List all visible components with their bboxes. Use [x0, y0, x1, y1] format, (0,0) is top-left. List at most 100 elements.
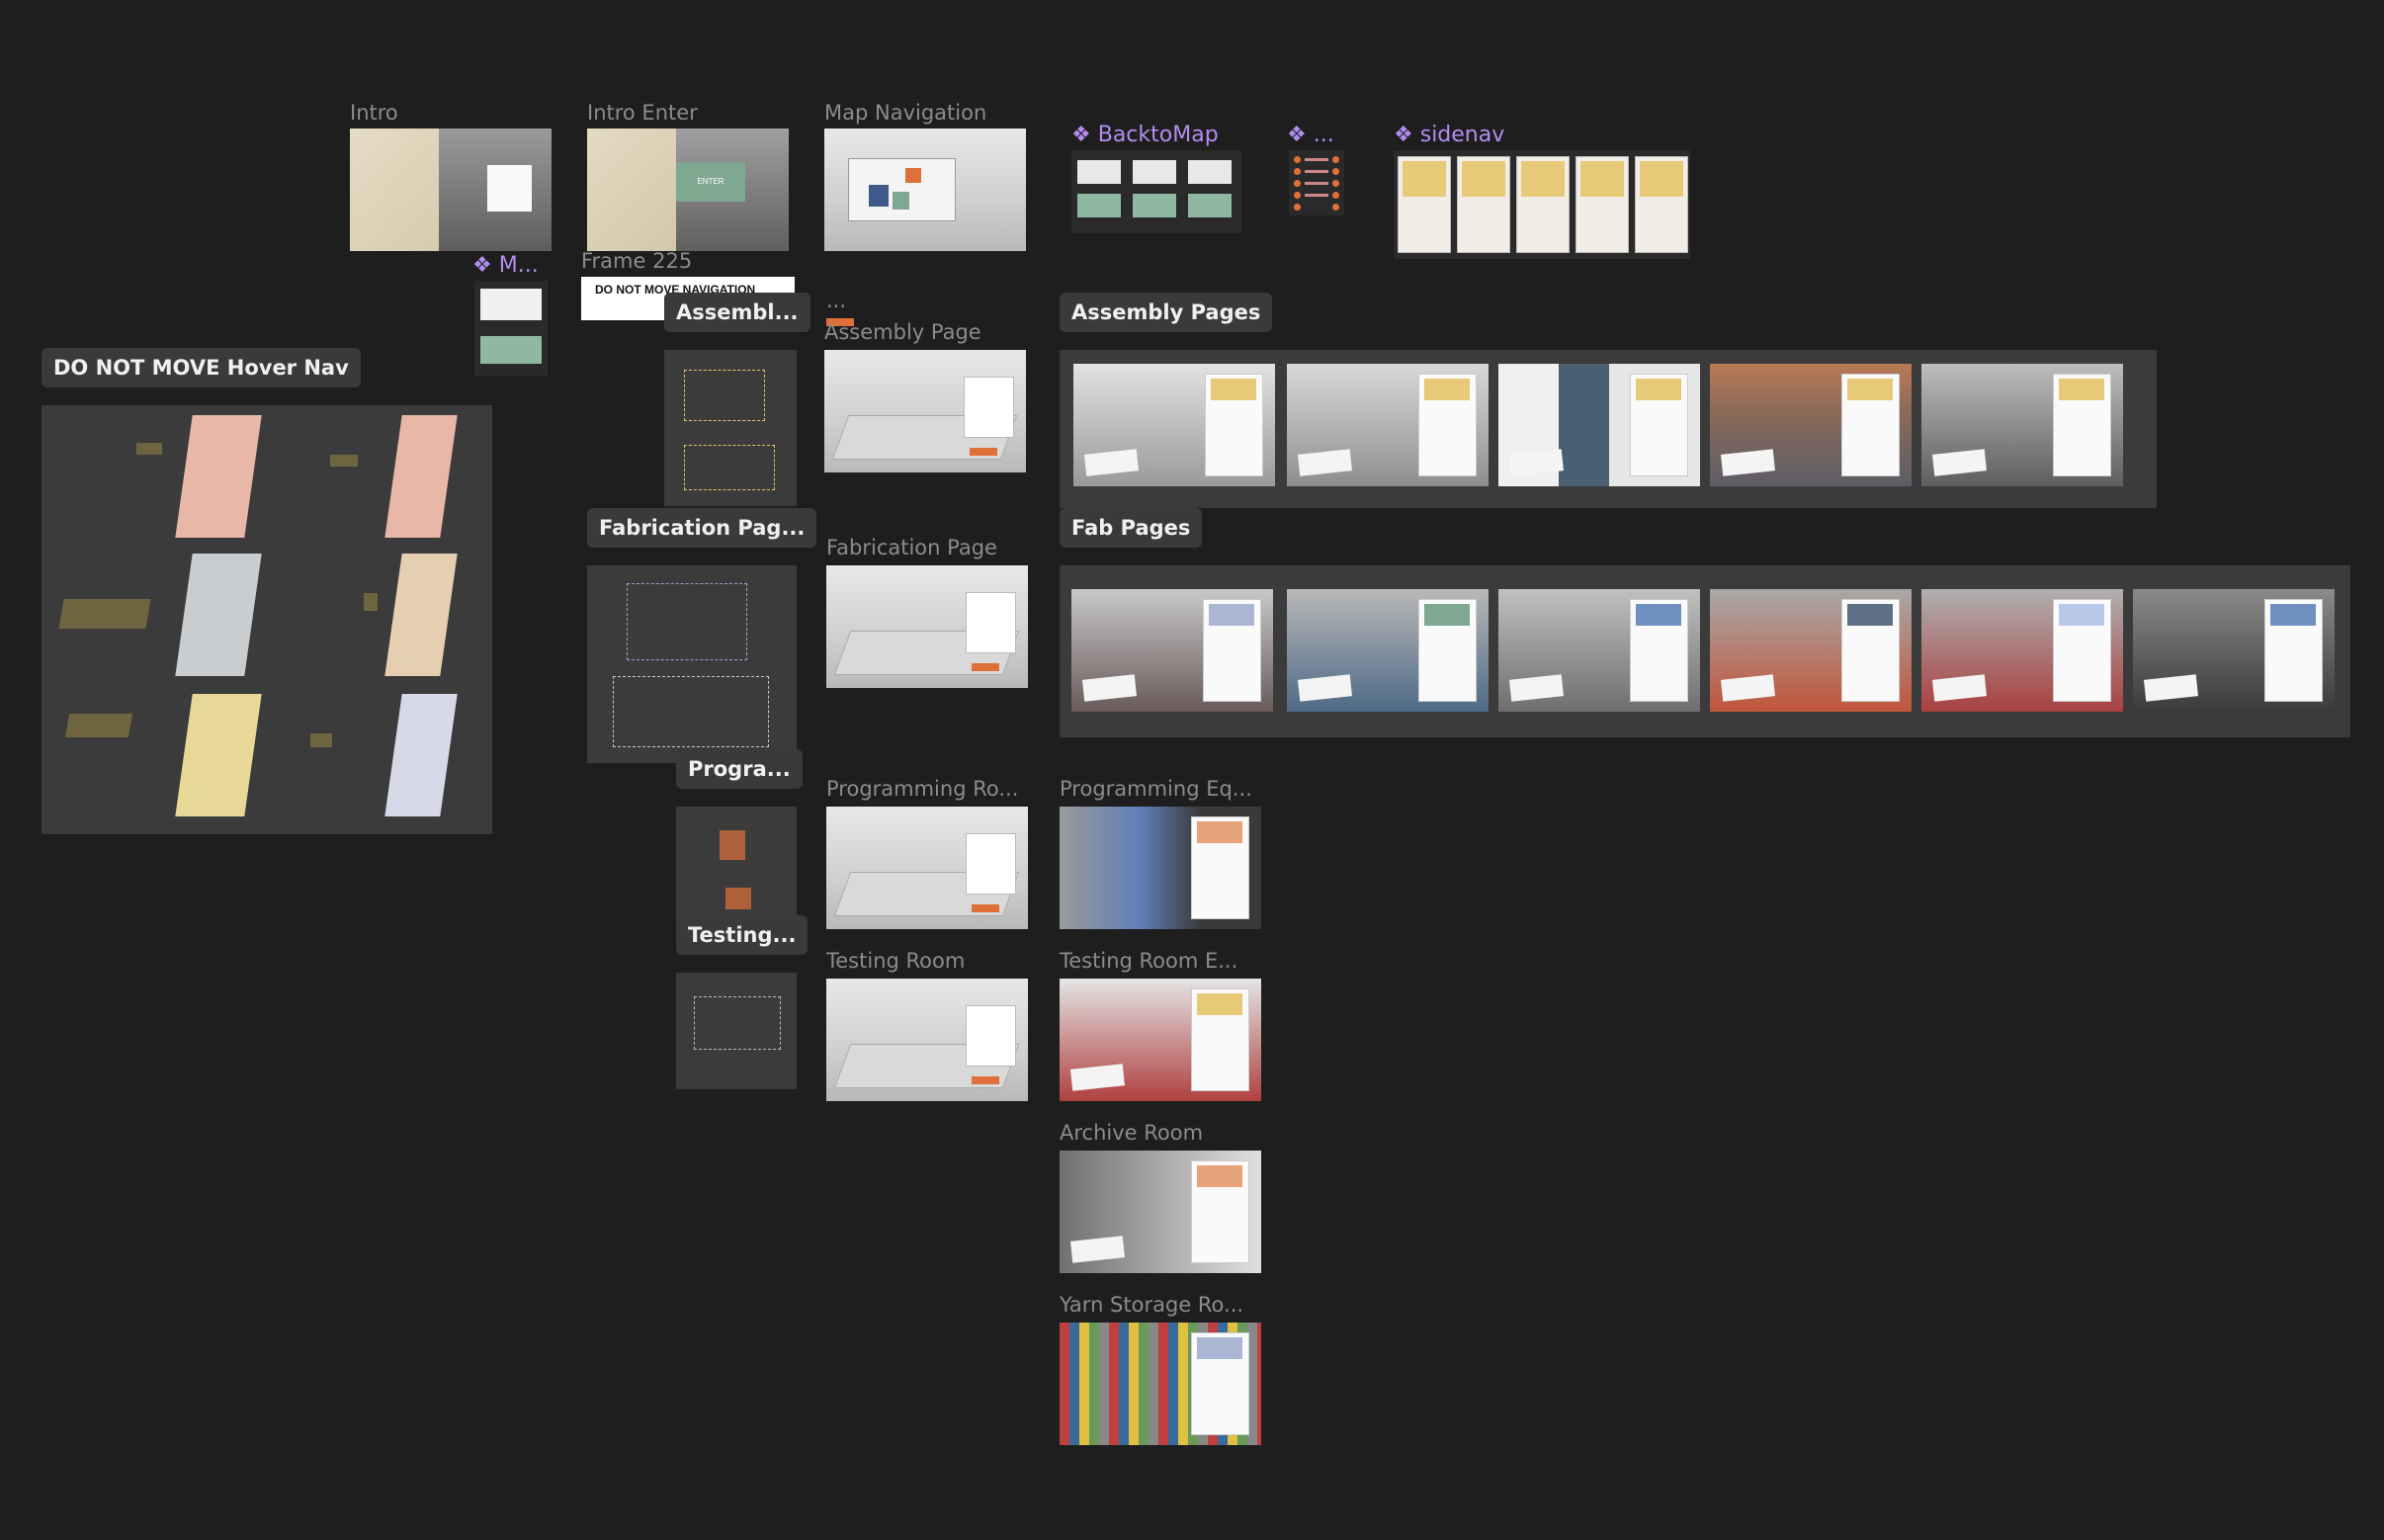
dots-line — [1305, 194, 1328, 197]
frame-testing-room-equipment[interactable] — [1060, 979, 1261, 1101]
fab-page-1[interactable] — [1071, 589, 1273, 712]
room-button — [971, 1076, 1000, 1084]
frame-assembly-page[interactable] — [824, 350, 1026, 472]
frame-intro-enter[interactable]: ENTER — [587, 128, 789, 251]
assembly-page-1[interactable] — [1073, 364, 1275, 486]
info-panel — [1629, 598, 1688, 702]
component-dots[interactable] — [1289, 150, 1344, 215]
frame-label-intro[interactable]: Intro — [350, 101, 398, 125]
photo-note — [2144, 674, 2199, 703]
info-panel — [1629, 373, 1688, 476]
info-panel — [1190, 1331, 1249, 1435]
fabrication-hotspot-cluster — [627, 583, 747, 660]
frame-label-archive-room[interactable]: Archive Room — [1060, 1121, 1203, 1145]
component-label-m[interactable]: ❖ M... — [472, 253, 539, 278]
enter-button[interactable]: ENTER — [676, 162, 745, 202]
frame-label-programming-room[interactable]: Programming Ro... — [826, 777, 1018, 801]
frame-intro[interactable] — [350, 128, 552, 251]
frame-testing-room[interactable] — [826, 979, 1028, 1101]
section-fab-pages[interactable] — [1060, 565, 2350, 737]
component-dots-text: ... — [1313, 123, 1334, 147]
sidenav-card-5 — [1635, 156, 1688, 253]
section-programming-short[interactable] — [676, 807, 797, 923]
section-label-hover-nav[interactable]: DO NOT MOVE Hover Nav — [42, 348, 361, 387]
info-panel — [1190, 815, 1249, 919]
assembly-page-4[interactable] — [1710, 364, 1912, 486]
hover-nav-block — [330, 455, 358, 467]
section-assembly-short[interactable] — [664, 350, 797, 506]
sidenav-thumb — [1403, 160, 1446, 198]
dots-line — [1305, 182, 1328, 185]
component-sidenav[interactable] — [1394, 150, 1690, 259]
frame-label-testing-room[interactable]: Testing Room — [826, 949, 965, 973]
component-label-backtomap[interactable]: ❖ BacktoMap — [1071, 123, 1219, 147]
photo-note — [1298, 449, 1353, 477]
assembly-page-5[interactable] — [1921, 364, 2123, 486]
section-label-fabrication-short[interactable]: Fabrication Pag... — [587, 508, 817, 548]
panel-thumb — [1197, 820, 1243, 844]
component-icon: ❖ — [472, 253, 492, 278]
fab-page-3[interactable] — [1498, 589, 1700, 712]
section-label-assembly-short[interactable]: Assembl... — [664, 293, 810, 332]
panel-thumb — [1847, 603, 1894, 627]
dot-icon — [1332, 192, 1339, 199]
room-button — [969, 448, 998, 456]
frame-yarn-storage-room[interactable] — [1060, 1323, 1261, 1445]
photo-note — [1070, 1064, 1126, 1092]
photo-note — [1932, 674, 1988, 703]
photo-note — [1298, 674, 1353, 703]
section-assembly-pages[interactable] — [1060, 350, 2157, 508]
component-m[interactable] — [474, 281, 548, 376]
room-button — [971, 904, 1000, 912]
backtomap-variant-3 — [1188, 160, 1232, 184]
frame-label-fabrication-page[interactable]: Fabrication Page — [826, 536, 997, 559]
backtomap-variant-1 — [1077, 160, 1121, 184]
frame-programming-equipment[interactable] — [1060, 807, 1261, 929]
backtomap-variant-2 — [1133, 160, 1176, 184]
frame-map-navigation[interactable] — [824, 128, 1026, 251]
frame-fabrication-page[interactable] — [826, 565, 1028, 688]
frame-label-map-navigation[interactable]: Map Navigation — [824, 101, 986, 125]
frame-label-testing-room-equipment[interactable]: Testing Room E... — [1060, 949, 1237, 973]
sidenav-thumb — [1521, 160, 1565, 198]
section-label-fab-pages[interactable]: Fab Pages — [1060, 508, 1203, 548]
map-floorplan — [848, 157, 956, 221]
sidenav-card-1 — [1398, 156, 1451, 253]
section-label-assembly-pages[interactable]: Assembly Pages — [1060, 293, 1273, 332]
frame-label-frame-225[interactable]: Frame 225 — [581, 249, 692, 273]
component-label-sidenav[interactable]: ❖ sidenav — [1394, 123, 1504, 147]
assembly-page-3[interactable] — [1498, 364, 1700, 486]
info-panel — [1840, 373, 1900, 476]
backtomap-variant-5 — [1133, 194, 1176, 217]
dot-icon — [1294, 168, 1301, 175]
fab-page-6[interactable] — [2133, 589, 2335, 712]
section-label-programming-short[interactable]: Progra... — [676, 749, 803, 789]
dots-line — [1305, 158, 1328, 161]
dot-icon — [1294, 156, 1301, 163]
frame-archive-room[interactable] — [1060, 1151, 1261, 1273]
photo-note — [1509, 449, 1565, 477]
info-panel — [1190, 987, 1249, 1091]
section-hover-nav[interactable] — [42, 405, 492, 834]
component-label-dots[interactable]: ❖ ... — [1287, 123, 1334, 147]
panel-thumb — [1209, 603, 1255, 627]
frame-label-ellipsis[interactable]: ... — [826, 289, 846, 312]
frame-label-intro-enter[interactable]: Intro Enter — [587, 101, 698, 125]
fab-page-4[interactable] — [1710, 589, 1912, 712]
section-label-testing-short[interactable]: Testing... — [676, 915, 809, 955]
frame-label-yarn-storage-room[interactable]: Yarn Storage Ro... — [1060, 1293, 1243, 1317]
hover-nav-block — [64, 714, 133, 737]
frame-label-programming-equipment[interactable]: Programming Eq... — [1060, 777, 1252, 801]
map-green-blocks — [893, 192, 909, 210]
frame-programming-room[interactable] — [826, 807, 1028, 929]
component-sidenav-text: sidenav — [1419, 123, 1505, 147]
component-backtomap[interactable] — [1071, 150, 1241, 233]
fab-page-5[interactable] — [1921, 589, 2123, 712]
section-fabrication-short[interactable] — [587, 565, 797, 763]
assembly-page-2[interactable] — [1287, 364, 1489, 486]
panel-thumb — [1211, 378, 1257, 401]
fab-page-2[interactable] — [1287, 589, 1489, 712]
info-panel — [1840, 598, 1900, 702]
frame-label-assembly-page[interactable]: Assembly Page — [824, 320, 981, 344]
section-testing-short[interactable] — [676, 973, 797, 1089]
